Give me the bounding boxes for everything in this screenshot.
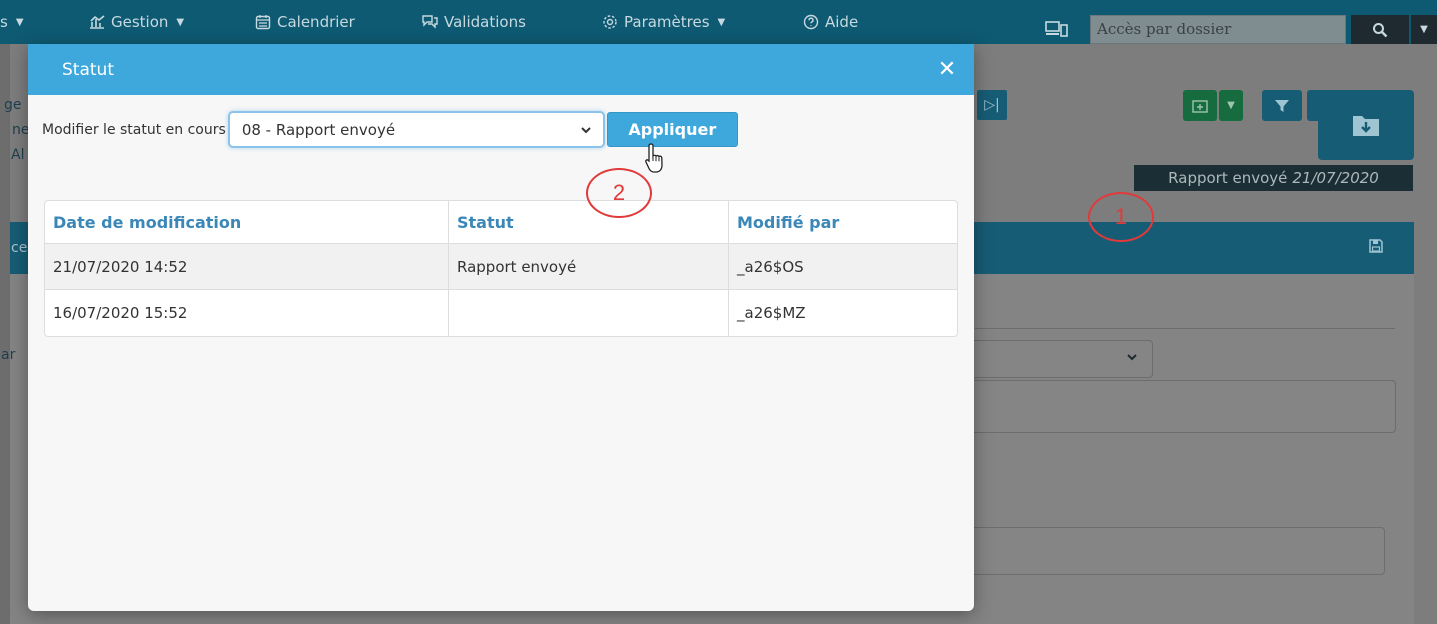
caret-down-icon: ▼ (1420, 24, 1428, 35)
nav-item-calendrier[interactable]: Calendrier (254, 0, 355, 44)
table-row: 16/07/2020 15:52 _a26$MZ (45, 290, 957, 336)
save-icon[interactable] (1368, 238, 1384, 254)
devices-icon[interactable] (1045, 20, 1069, 38)
nav-item-label: Gestion (111, 13, 169, 31)
chevron-down-icon (579, 123, 593, 137)
status-change-row: Modifier le statut en cours 08 - Rapport… (42, 111, 738, 148)
last-record-button[interactable]: ▷| (977, 90, 1007, 120)
hand-cursor-icon (645, 143, 663, 173)
nav-item-validations[interactable]: Validations (421, 0, 526, 44)
nav-item-label: Calendrier (277, 13, 355, 31)
divider (975, 328, 1395, 329)
modal-header: Statut ✕ (28, 44, 974, 95)
dossier-search-input[interactable]: Accès par dossier (1090, 15, 1346, 44)
table-cell: 21/07/2020 14:52 (45, 244, 449, 290)
status-select[interactable]: 08 - Rapport envoyé (227, 111, 605, 148)
table-cell (449, 290, 729, 336)
search-options-button[interactable]: ▼ (1411, 15, 1437, 44)
column-header[interactable]: Modifié par (729, 201, 957, 244)
bg-text-fragment: ne (12, 122, 30, 138)
filter-icon (1275, 99, 1289, 112)
column-header[interactable]: Date de modification (45, 201, 449, 244)
table-header-row: Date de modification Statut Modifié par (45, 201, 957, 244)
nav-item-label: s (0, 13, 8, 31)
bg-text-fragment: ar (1, 347, 16, 363)
chart-icon (88, 14, 106, 30)
help-icon (802, 14, 820, 30)
nav-item-parametres[interactable]: Paramètres ▼ (601, 0, 725, 44)
annotation-marker-1: 1 (1088, 192, 1154, 242)
calendar-icon (254, 14, 272, 30)
caret-down-icon: ▼ (717, 16, 726, 28)
annotation-marker-2: 2 (586, 168, 652, 218)
nav-item-aide[interactable]: Aide (802, 0, 858, 44)
status-tag-date: 21/07/2020 (1292, 169, 1379, 187)
filter-button[interactable] (1262, 90, 1302, 121)
add-document-dropdown[interactable]: ▼ (1219, 90, 1243, 121)
close-icon[interactable]: ✕ (936, 57, 958, 82)
apply-button[interactable]: Appliquer (606, 112, 738, 147)
caret-down-icon: ▼ (15, 16, 24, 28)
top-navbar: s ▼ Gestion ▼ Calendrier Validations Param… (0, 0, 1437, 44)
background-input[interactable] (965, 527, 1385, 575)
column-header[interactable]: Statut (449, 201, 729, 244)
table-cell: Rapport envoyé (449, 244, 729, 290)
background-select[interactable] (965, 340, 1153, 378)
skip-end-icon: ▷| (984, 97, 1000, 113)
gear-icon (601, 14, 619, 30)
modal-title: Statut (62, 59, 114, 80)
bg-text-fragment: Al (11, 147, 25, 163)
bg-text-fragment: ge (4, 97, 22, 113)
status-tag-text: Rapport envoyé (1168, 169, 1288, 187)
table-row: 21/07/2020 14:52 Rapport envoyé _a26$OS (45, 244, 957, 290)
table-cell: _a26$MZ (737, 304, 806, 322)
nav-item-truncated[interactable]: s ▼ (0, 0, 24, 44)
add-document-button[interactable] (1183, 90, 1217, 121)
nav-item-gestion[interactable]: Gestion ▼ (88, 0, 184, 44)
caret-down-icon: ▼ (1227, 100, 1235, 111)
search-icon (1373, 22, 1388, 37)
background-textarea[interactable] (965, 380, 1396, 433)
caret-down-icon: ▼ (176, 16, 185, 28)
nav-item-label: Paramètres (624, 13, 710, 31)
table-cell: _a26$OS (729, 244, 957, 290)
current-status-tag: Rapport envoyé 21/07/2020 (1134, 165, 1413, 191)
add-folder-icon (1192, 99, 1208, 113)
status-history-table: Date de modification Statut Modifié par … (44, 200, 958, 337)
status-change-label: Modifier le statut en cours (42, 121, 226, 138)
folder-download-icon (1353, 116, 1379, 136)
nav-item-label: Aide (825, 13, 859, 31)
status-modal: Statut ✕ Modifier le statut en cours 08 … (28, 44, 974, 611)
bg-text-fragment: ce (11, 240, 28, 256)
status-select-value: 08 - Rapport envoyé (241, 120, 396, 139)
chevron-down-icon (1126, 351, 1138, 367)
chat-icon (421, 14, 439, 30)
table-cell: 16/07/2020 15:52 (45, 290, 449, 336)
download-folder-button[interactable] (1318, 90, 1414, 160)
nav-item-label: Validations (444, 13, 526, 31)
search-button[interactable] (1351, 15, 1409, 44)
left-strip (0, 44, 10, 624)
